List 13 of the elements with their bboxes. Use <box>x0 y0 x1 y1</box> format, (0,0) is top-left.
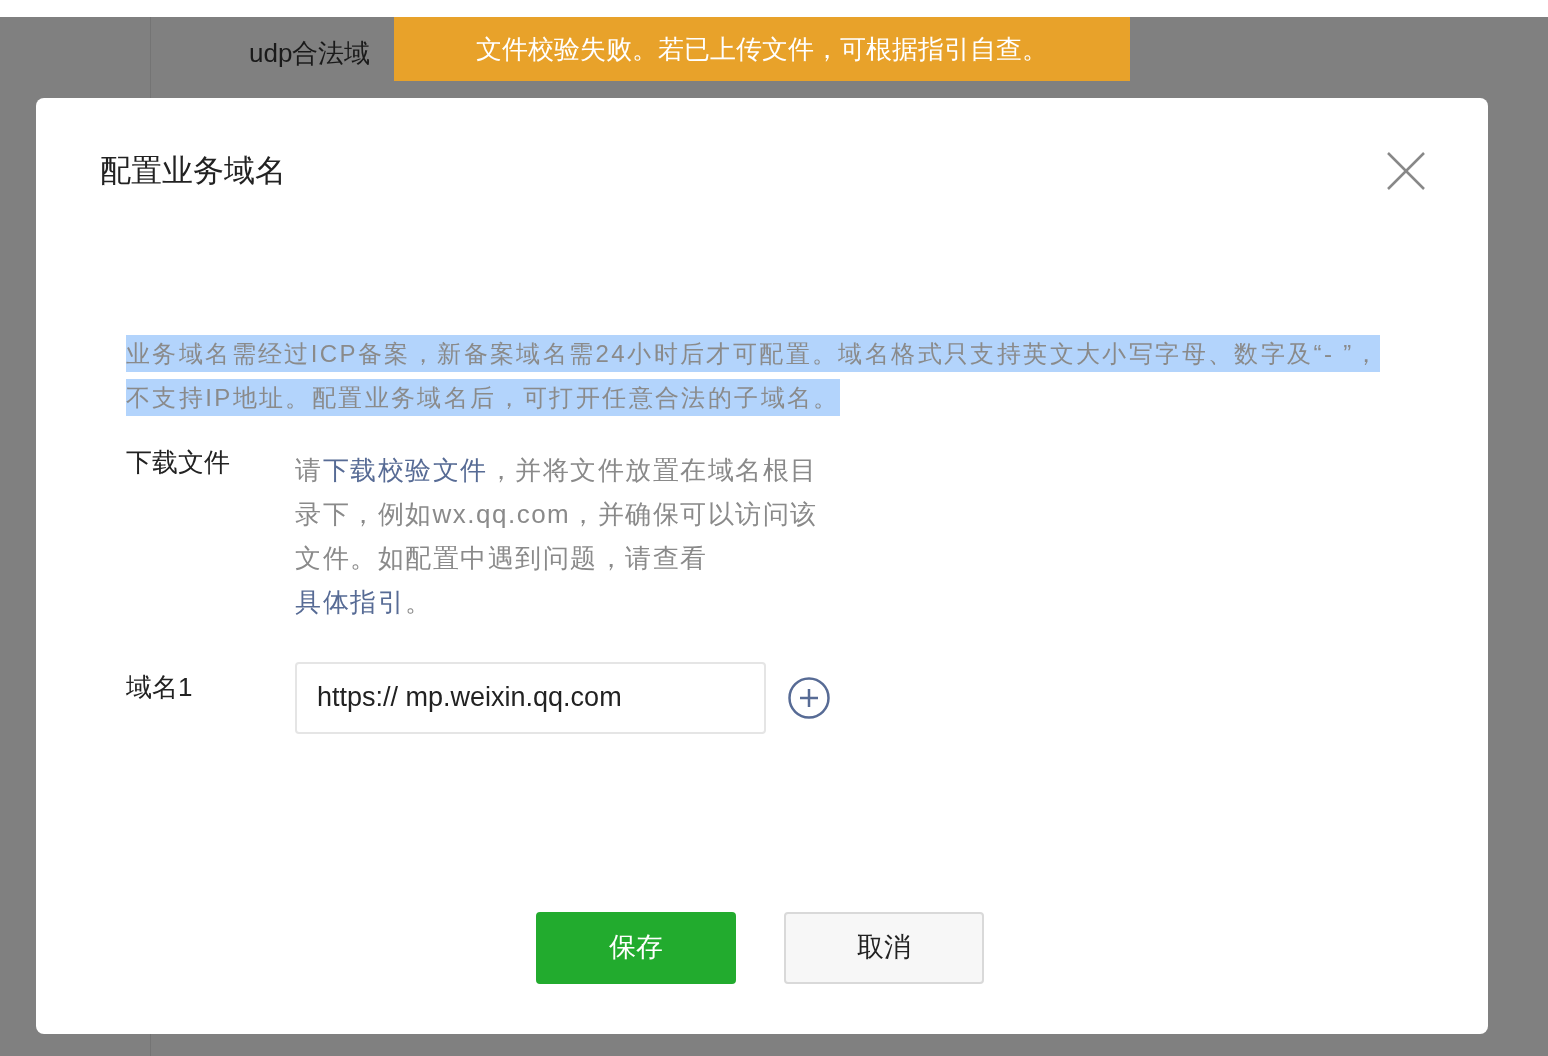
save-button[interactable]: 保存 <box>536 911 736 984</box>
link[interactable]: 下载校验文件 <box>322 454 488 485</box>
dialog-title: 配置业务域名 <box>100 152 286 190</box>
field-label: 域名1 <box>126 670 194 704</box>
close-icon[interactable] <box>1386 151 1426 192</box>
field-label: 下载文件 <box>126 445 231 479</box>
domain-input[interactable]: https:// mp.weixin.qq.com <box>295 661 766 734</box>
add-icon[interactable] <box>788 676 830 719</box>
error-toast: 文件校验失败。若已上传文件，可根据指引自查。 <box>394 17 1130 81</box>
link[interactable]: 具体指引 <box>295 586 405 617</box>
section-label: udp合法域 <box>249 37 371 70</box>
download-instructions: 请下载校验文件，并将文件放置在域名根目录下，例如wx.qq.com，并确保可以访问该文件。如配置中遇到问题，请查看 具体指引。 <box>295 453 819 619</box>
cancel-button[interactable]: 取消 <box>784 911 984 984</box>
